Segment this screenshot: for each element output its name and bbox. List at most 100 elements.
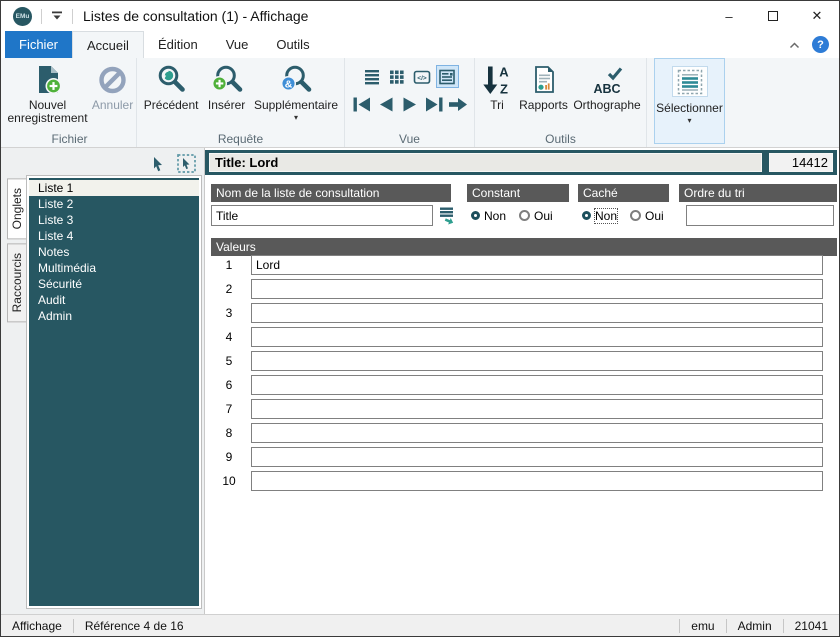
hidden-radio-group: Non Oui bbox=[582, 205, 664, 226]
constant-radio-group: Non Oui bbox=[471, 205, 553, 226]
minimize-button[interactable]: – bbox=[707, 1, 751, 31]
pointer-tool-icon[interactable] bbox=[150, 156, 166, 175]
last-record-button[interactable] bbox=[422, 96, 446, 112]
quick-access-dropdown-icon[interactable] bbox=[51, 11, 63, 21]
undo-label: Annuler bbox=[91, 98, 134, 112]
select-icon-box bbox=[671, 66, 708, 97]
previous-button[interactable]: Précédent bbox=[140, 62, 202, 114]
record-detail-pane: Title: Lord 14412 Nom de la liste de con… bbox=[205, 148, 839, 614]
insert-button[interactable]: Insérer bbox=[202, 62, 251, 114]
constant-non-radio[interactable]: Non bbox=[471, 209, 506, 223]
dropdown-caret-icon: ▾ bbox=[293, 113, 298, 122]
value-row: 2 bbox=[211, 279, 823, 299]
value-input[interactable] bbox=[251, 351, 823, 371]
close-button[interactable]: ✕ bbox=[795, 1, 839, 31]
undo-disabled-icon bbox=[98, 66, 126, 94]
view-details-button[interactable] bbox=[435, 65, 459, 88]
view-code-button[interactable]: </> bbox=[411, 65, 434, 88]
value-input[interactable] bbox=[251, 375, 823, 395]
value-input[interactable] bbox=[251, 471, 823, 491]
reports-button[interactable]: Rapports bbox=[516, 62, 571, 114]
status-user: emu bbox=[691, 618, 715, 633]
value-row: 7 bbox=[211, 399, 823, 419]
first-record-button[interactable] bbox=[350, 96, 374, 112]
app-window: EMu Listes de consultation (1) - Afficha… bbox=[0, 0, 840, 637]
sidebar-item[interactable]: Audit bbox=[29, 292, 199, 308]
sidebar-item[interactable]: Liste 4 bbox=[29, 228, 199, 244]
sort-button[interactable]: A Z Tri bbox=[478, 62, 516, 114]
value-input[interactable] bbox=[251, 447, 823, 467]
tab-edition[interactable]: Édition bbox=[144, 31, 212, 58]
select-button[interactable]: Sélectionner ▾ bbox=[654, 58, 725, 144]
details-view-icon bbox=[439, 69, 455, 84]
radio-unselected-icon bbox=[630, 210, 642, 221]
titlebar-separator bbox=[72, 8, 73, 24]
value-input[interactable] bbox=[251, 279, 823, 299]
sidebar-item[interactable]: Sécurité bbox=[29, 276, 199, 292]
sidebar-tab-onglets[interactable]: Onglets bbox=[7, 178, 27, 240]
value-row-number: 6 bbox=[225, 378, 233, 392]
value-row: 3 bbox=[211, 303, 823, 323]
radio-selected-icon bbox=[471, 211, 480, 220]
constant-oui-radio[interactable]: Oui bbox=[519, 209, 553, 223]
name-input[interactable] bbox=[211, 205, 433, 226]
svg-text:&: & bbox=[285, 78, 293, 90]
help-button[interactable]: ? bbox=[812, 36, 829, 53]
sort-order-input[interactable] bbox=[686, 205, 834, 226]
svg-text:A: A bbox=[499, 65, 509, 80]
value-row-number: 5 bbox=[225, 354, 233, 368]
value-input[interactable] bbox=[251, 255, 823, 275]
values-section-label: Valeurs bbox=[211, 238, 837, 256]
hidden-field-label: Caché bbox=[578, 184, 669, 202]
sidebar-item[interactable]: Liste 1 bbox=[29, 180, 199, 196]
tab-fichier[interactable]: Fichier bbox=[5, 31, 73, 58]
sidebar-item[interactable]: Notes bbox=[29, 244, 199, 260]
svg-text:</>: </> bbox=[417, 75, 427, 82]
group-caption-requete: Requête bbox=[217, 132, 264, 146]
collapse-ribbon-icon[interactable] bbox=[789, 38, 800, 52]
sidebar-item[interactable]: Liste 3 bbox=[29, 212, 199, 228]
select-region-tool-icon[interactable] bbox=[177, 154, 196, 176]
sort-label: Tri bbox=[490, 98, 504, 112]
maximize-button[interactable] bbox=[751, 1, 795, 31]
tab-outils[interactable]: Outils bbox=[262, 31, 323, 58]
value-input[interactable] bbox=[251, 423, 823, 443]
sidebar-item[interactable]: Multimédia bbox=[29, 260, 199, 276]
values-grid: 1 2 3 4 5 6 7 8 9 10 bbox=[211, 255, 823, 495]
new-record-label: Nouvel enregistrement bbox=[7, 98, 88, 125]
value-row: 8 bbox=[211, 423, 823, 443]
last-record-icon bbox=[425, 97, 442, 111]
reports-icon bbox=[534, 66, 554, 93]
ribbon-group-outils: A Z Tri Rapports ABC Orthographe Outils bbox=[475, 58, 647, 147]
value-input[interactable] bbox=[251, 327, 823, 347]
tab-vue[interactable]: Vue bbox=[212, 31, 263, 58]
value-row: 6 bbox=[211, 375, 823, 395]
value-row-number: 8 bbox=[225, 426, 233, 440]
goto-record-button[interactable] bbox=[446, 96, 470, 112]
name-field-label: Nom de la liste de consultation bbox=[211, 184, 451, 202]
search-insert-icon bbox=[211, 65, 242, 92]
sidebar-item[interactable]: Liste 2 bbox=[29, 196, 199, 212]
view-list-button[interactable] bbox=[361, 65, 384, 88]
value-row-number: 1 bbox=[225, 258, 233, 272]
next-record-button[interactable] bbox=[398, 96, 422, 112]
list-view-icon bbox=[365, 69, 379, 84]
additional-button[interactable]: & Supplémentaire ▾ bbox=[251, 62, 341, 124]
tab-accueil[interactable]: Accueil bbox=[72, 31, 144, 58]
previous-record-button[interactable] bbox=[374, 96, 398, 112]
undo-button: Annuler bbox=[91, 62, 135, 114]
sidebar-tab-raccourcis[interactable]: Raccourcis bbox=[7, 243, 27, 323]
first-record-icon bbox=[353, 97, 370, 111]
hidden-non-radio[interactable]: Non bbox=[582, 207, 619, 224]
new-record-button[interactable]: Nouvel enregistrement bbox=[4, 62, 90, 127]
lookup-list-icon[interactable] bbox=[438, 206, 458, 229]
radio-selected-icon bbox=[582, 211, 591, 220]
status-group: Admin bbox=[737, 618, 772, 633]
value-input[interactable] bbox=[251, 303, 823, 323]
value-input[interactable] bbox=[251, 399, 823, 419]
grid-view-icon bbox=[390, 70, 404, 84]
hidden-oui-radio[interactable]: Oui bbox=[630, 209, 664, 223]
sidebar-item[interactable]: Admin bbox=[29, 308, 199, 324]
view-grid-button[interactable] bbox=[386, 65, 409, 88]
spelling-button[interactable]: ABC Orthographe bbox=[571, 62, 643, 114]
